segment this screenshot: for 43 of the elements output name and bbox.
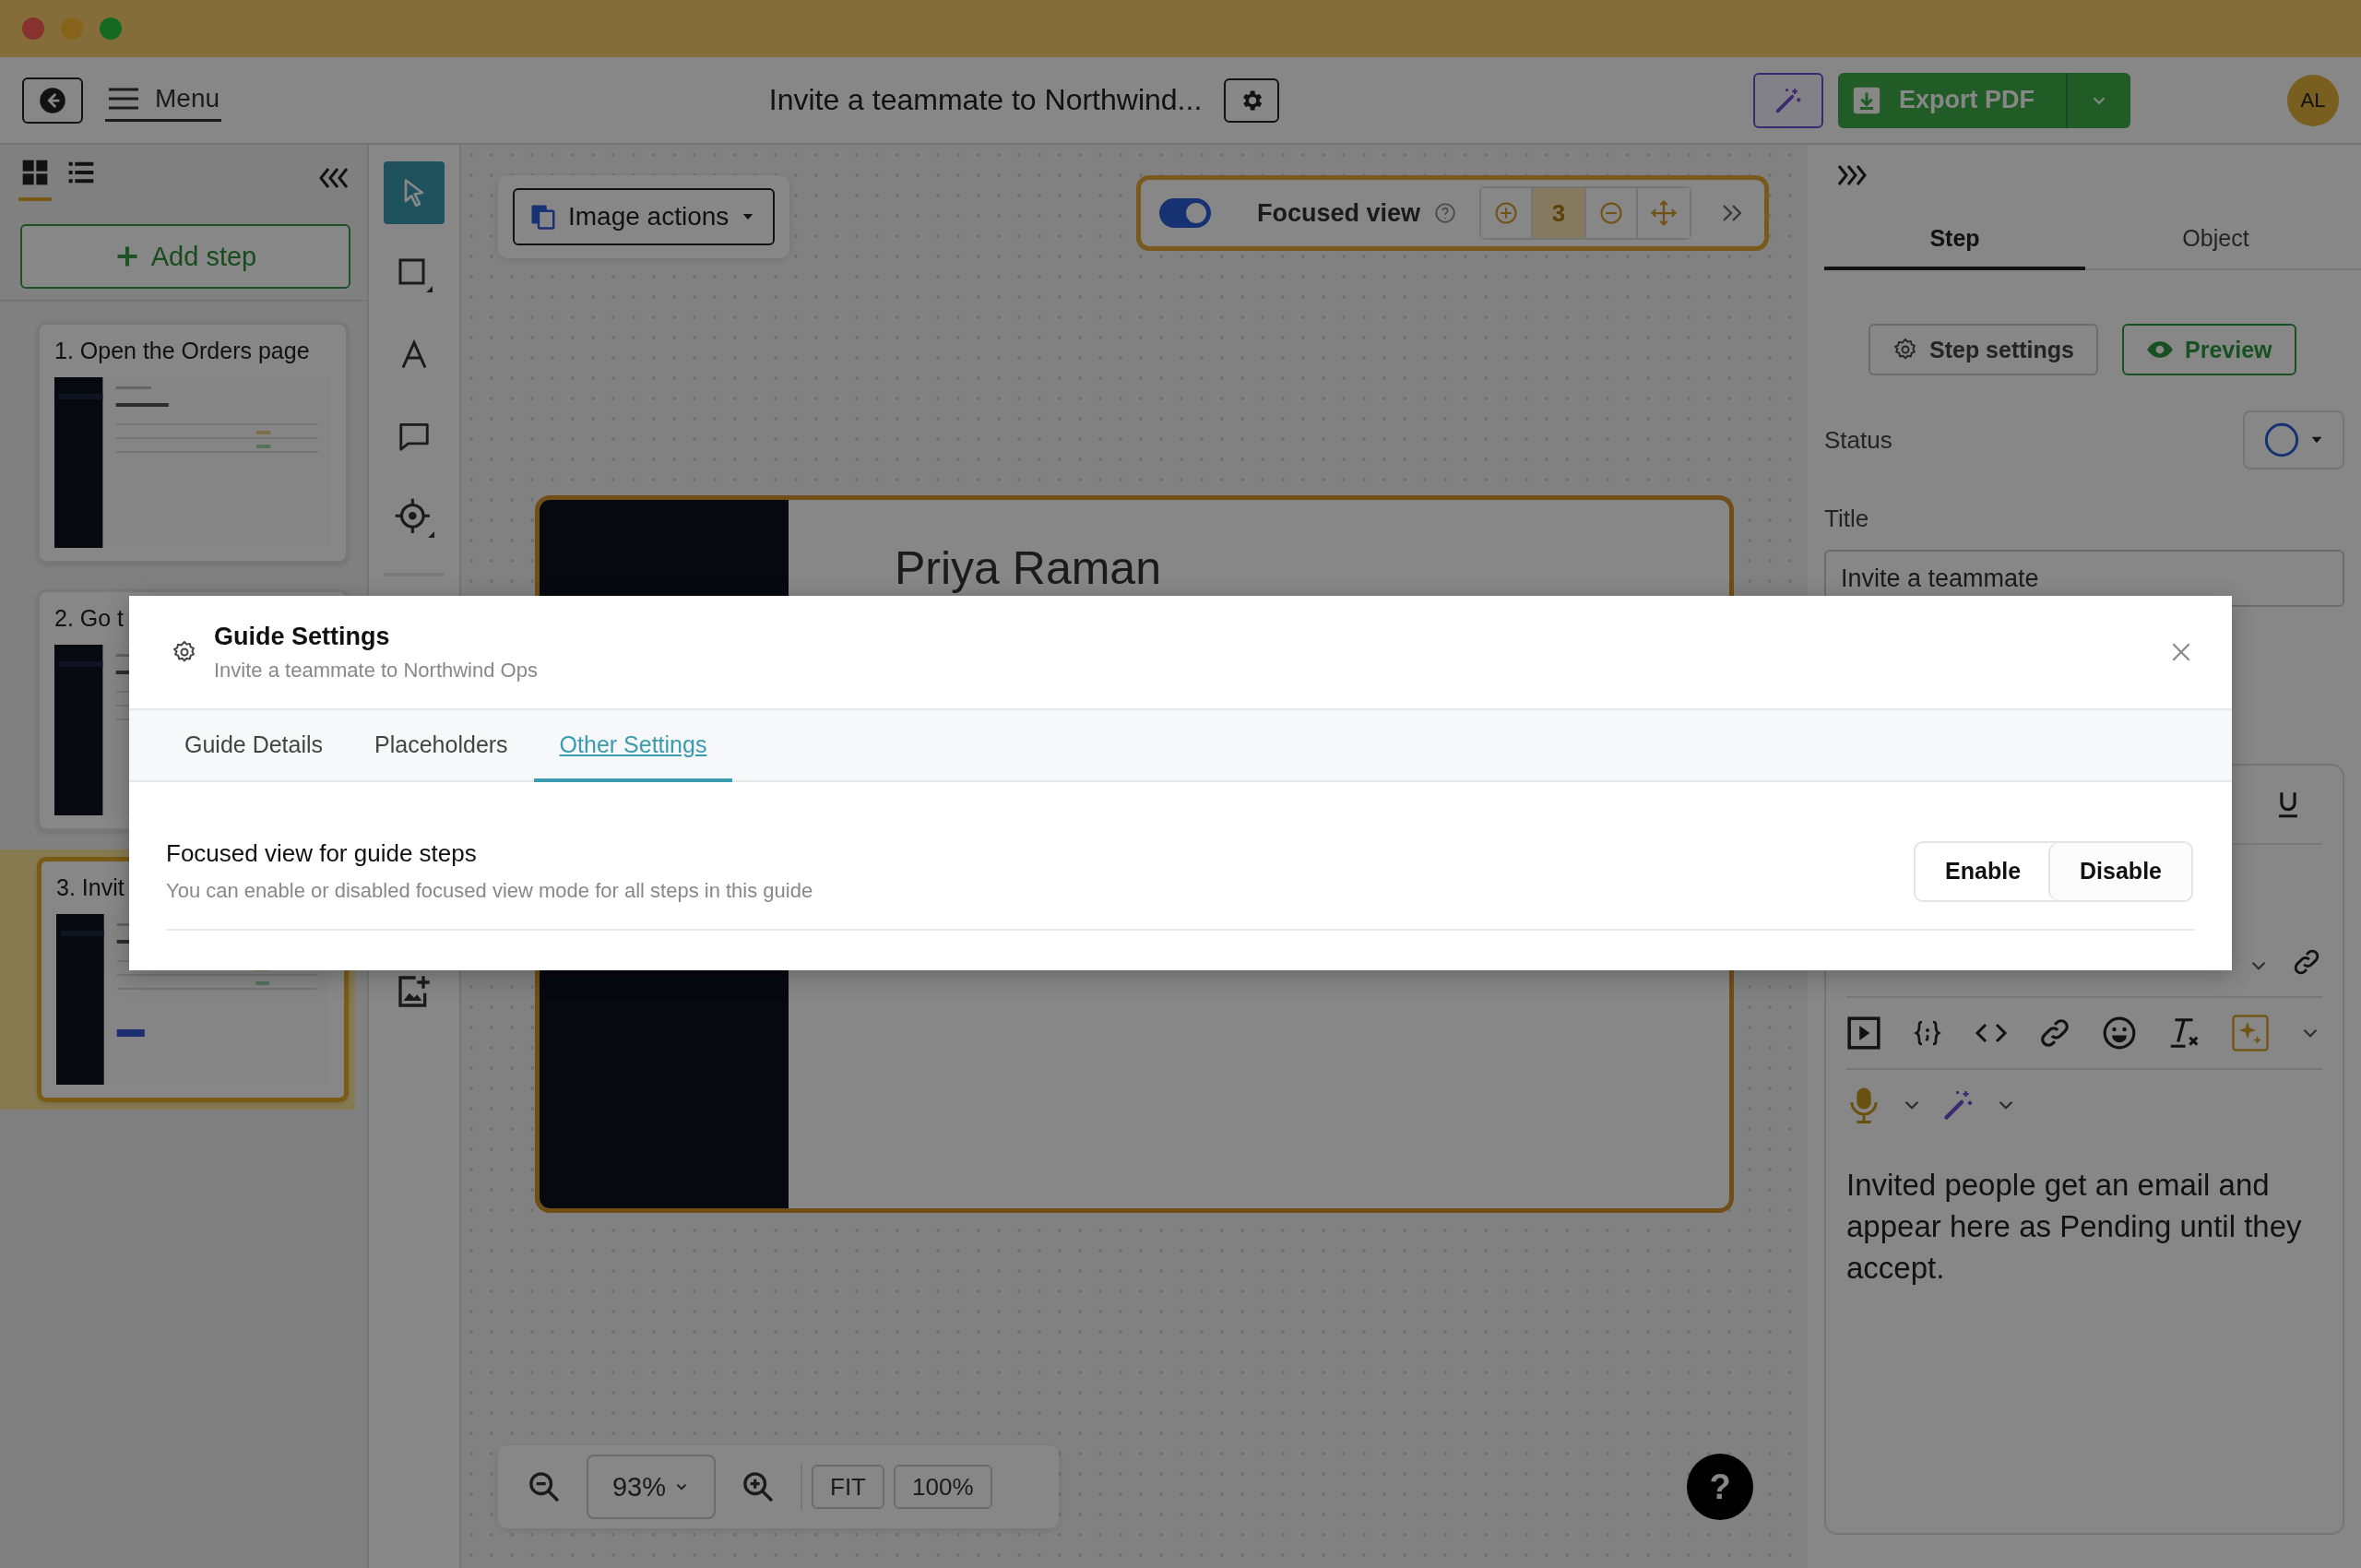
image-actions-dropdown[interactable]: Image actions: [513, 188, 776, 245]
guide-title: Invite a teammate to Northwind...: [768, 83, 1203, 117]
description-text: Invited people get an email and appear here as Pending until they accept.: [1846, 1167, 2303, 1287]
step-title: 1. Open the Orders page: [54, 338, 310, 364]
help-icon[interactable]: [1433, 201, 1458, 225]
focus-level: 3: [1533, 188, 1587, 238]
step-title: 3. Invit: [56, 874, 125, 901]
magic-wand-button[interactable]: [1753, 72, 1823, 128]
add-step-button[interactable]: Add step: [20, 224, 350, 289]
step-settings-button[interactable]: Step settings: [1869, 324, 2098, 375]
settings-button[interactable]: [1224, 77, 1280, 123]
focused-view-label: Focused view: [1257, 198, 1421, 228]
zoom-dropdown[interactable]: 93%: [587, 1455, 716, 1519]
help-button[interactable]: ?: [1687, 1454, 1753, 1520]
status-dropdown[interactable]: [2243, 410, 2344, 469]
add-image-icon[interactable]: [396, 973, 433, 1010]
preview-button[interactable]: Preview: [2122, 324, 2296, 375]
focused-view-toggle[interactable]: [1159, 198, 1211, 228]
user-avatar[interactable]: AL: [2287, 74, 2339, 126]
panel-tab[interactable]: Object: [2085, 209, 2346, 270]
title-label: Title: [1824, 505, 1870, 533]
menu-button[interactable]: Menu: [105, 78, 222, 122]
step-card[interactable]: 1. Open the Orders page: [37, 322, 349, 564]
step-title: 2. Go t: [54, 605, 125, 632]
back-button[interactable]: [22, 77, 83, 124]
circle-status-icon: [2263, 422, 2300, 458]
actual-size-button[interactable]: 100%: [894, 1465, 992, 1509]
emoji-icon[interactable]: [2102, 1016, 2138, 1051]
fit-button[interactable]: FIT: [812, 1465, 884, 1509]
dialog-tab[interactable]: Other Settings: [533, 710, 733, 782]
video-icon[interactable]: [1846, 1016, 1881, 1051]
copy-icon: [529, 203, 557, 231]
export-dropdown-button[interactable]: [2066, 72, 2130, 128]
dialog-title: Guide Settings: [214, 622, 391, 651]
screenshot-heading: Priya Raman: [895, 542, 1161, 594]
status-label: Status: [1824, 425, 1892, 455]
dialog-subtitle: Invite a teammate to Northwind Ops: [214, 658, 538, 683]
crosshair-icon: [394, 497, 434, 538]
menu-icon: [107, 87, 140, 111]
move-icon: [1650, 199, 1679, 227]
dialog-tab[interactable]: Guide Details: [159, 710, 350, 782]
dialog-tab[interactable]: Placeholders: [349, 710, 534, 782]
panel-tab[interactable]: Step: [1824, 209, 2085, 270]
